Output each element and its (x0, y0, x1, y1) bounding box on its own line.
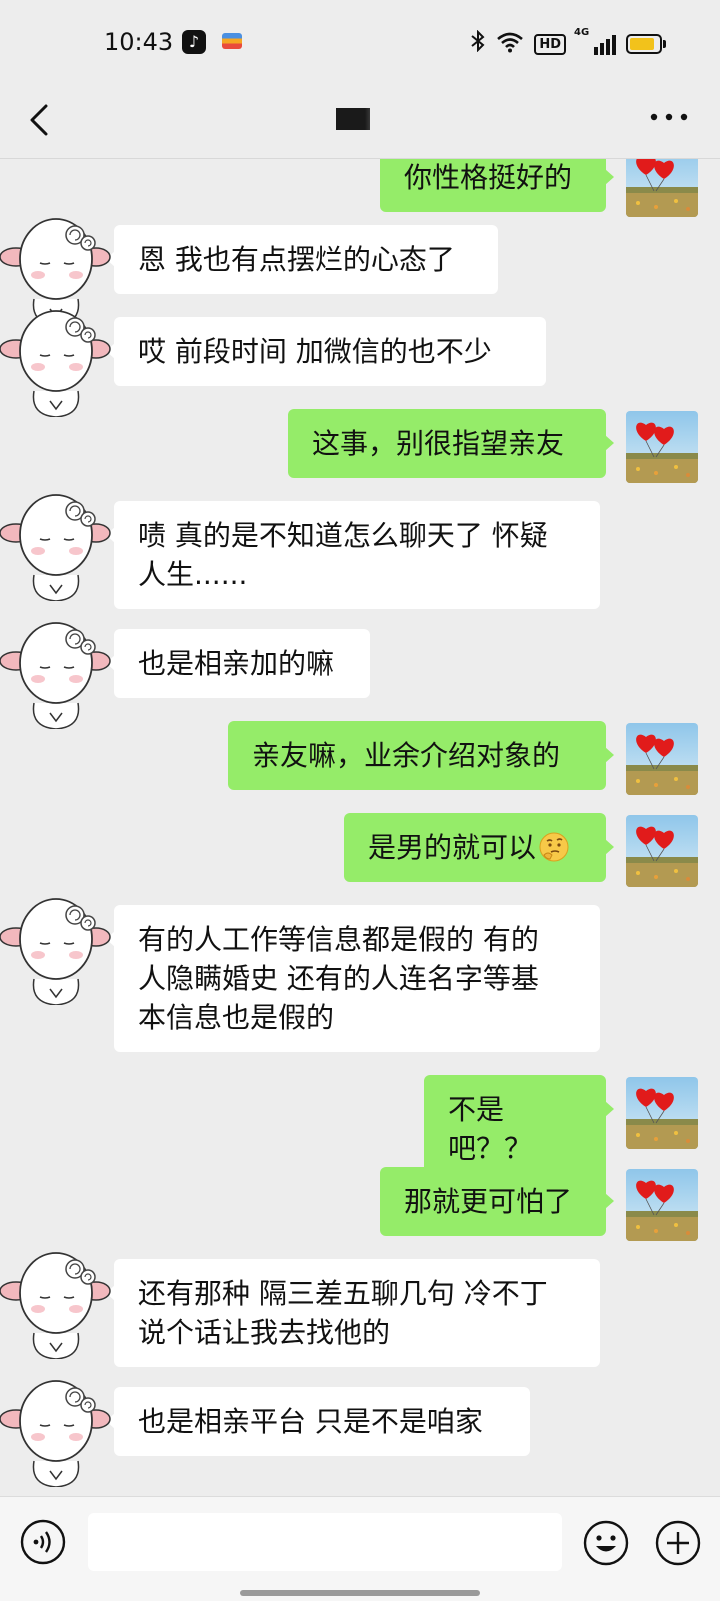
outgoing-message[interactable]: 亲友嘛，业余介绍对象的 (228, 721, 614, 790)
contact-avatar[interactable] (0, 617, 112, 730)
outgoing-message[interactable]: 那就更可怕了 (380, 1167, 614, 1236)
tiktok-icon: ♪ (182, 30, 206, 54)
message-text-line: 人生...... (138, 558, 248, 591)
incoming-message[interactable]: 哎 前段时间 加微信的也不少 (106, 317, 546, 386)
incoming-message[interactable]: 也是相亲平台 只是不是咱家 (106, 1387, 530, 1456)
contact-avatar[interactable] (0, 1247, 112, 1360)
message-text-line: 有的人工作等信息都是假的 有的 (138, 923, 539, 956)
input-bar (0, 1496, 720, 1601)
home-indicator[interactable] (240, 1590, 480, 1596)
network-type: 4G (574, 27, 590, 38)
contact-avatar[interactable] (0, 489, 112, 602)
cellular-signal-icon: 4G (574, 27, 616, 55)
message-input[interactable] (88, 1513, 562, 1571)
message-text-line: 这事，别很指望亲友 (312, 427, 565, 460)
chat-header (0, 88, 720, 159)
emoji-icon[interactable] (582, 1519, 630, 1567)
incoming-message[interactable]: 恩 我也有点摆烂的心态了 (106, 225, 498, 294)
contact-avatar[interactable] (0, 305, 112, 418)
my-avatar[interactable] (626, 815, 698, 887)
hd-badge: HD (534, 33, 566, 55)
message-text-line: 也是相亲加的嘛 (138, 647, 335, 680)
contact-avatar[interactable] (0, 893, 112, 1006)
status-time: 10:43 (104, 28, 174, 56)
message-text-line: 本信息也是假的 (138, 1001, 335, 1034)
title-blur (300, 108, 400, 130)
app-notification-icon (222, 33, 242, 49)
voice-icon[interactable] (20, 1519, 66, 1565)
outgoing-message[interactable]: 你性格挺好的 (380, 159, 614, 212)
contact-avatar[interactable] (0, 1375, 112, 1488)
more-dots-icon[interactable] (644, 102, 694, 132)
message-text-line: 说个话让我去找他的 (138, 1316, 391, 1349)
thinking-face-emoji (539, 832, 569, 862)
battery-level (630, 38, 654, 50)
outgoing-message[interactable]: 是男的就可以 (344, 813, 614, 882)
message-text-line: 不是吧？？ (448, 1093, 533, 1165)
message-text-line: 哎 前段时间 加微信的也不少 (138, 335, 492, 368)
message-text-line: 那就更可怕了 (404, 1185, 573, 1218)
message-text-line: 亲友嘛，业余介绍对象的 (252, 739, 561, 772)
chevron-left-icon[interactable] (22, 100, 62, 140)
message-list[interactable]: 你性格挺好的恩 我也有点摆烂的心态了哎 前段时间 加微信的也不少这事，别很指望亲… (0, 159, 720, 1496)
my-avatar[interactable] (626, 1077, 698, 1149)
my-avatar[interactable] (626, 159, 698, 217)
incoming-message[interactable]: 也是相亲加的嘛 (106, 629, 370, 698)
wifi-icon (496, 31, 524, 57)
outgoing-message[interactable]: 这事，别很指望亲友 (288, 409, 614, 478)
incoming-message[interactable]: 有的人工作等信息都是假的 有的 人隐瞒婚史 还有的人连名字等基 本信息也是假的 (106, 905, 600, 1052)
my-avatar[interactable] (626, 723, 698, 795)
my-avatar[interactable] (626, 1169, 698, 1241)
status-icons: HD 4G (470, 27, 666, 58)
message-text-line: 还有那种 隔三差五聊几句 冷不丁 (138, 1277, 548, 1310)
battery-icon (626, 34, 666, 54)
plus-icon[interactable] (654, 1519, 702, 1567)
message-text-line: 恩 我也有点摆烂的心态了 (138, 243, 455, 276)
message-text-line: 你性格挺好的 (404, 161, 573, 194)
my-avatar[interactable] (626, 411, 698, 483)
message-text-line: 是男的就可以 (368, 828, 582, 867)
message-text-line: 啧 真的是不知道怎么聊天了 怀疑 (138, 519, 548, 552)
message-text-line: 人隐瞒婚史 还有的人连名字等基 (138, 962, 539, 995)
status-bar: 10:43 ♪ HD 4G (0, 0, 720, 88)
bluetooth-icon (470, 29, 486, 58)
incoming-message[interactable]: 啧 真的是不知道怎么聊天了 怀疑 人生...... (106, 501, 600, 609)
incoming-message[interactable]: 还有那种 隔三差五聊几句 冷不丁 说个话让我去找他的 (106, 1259, 600, 1367)
message-text-line: 也是相亲平台 只是不是咱家 (138, 1405, 483, 1438)
